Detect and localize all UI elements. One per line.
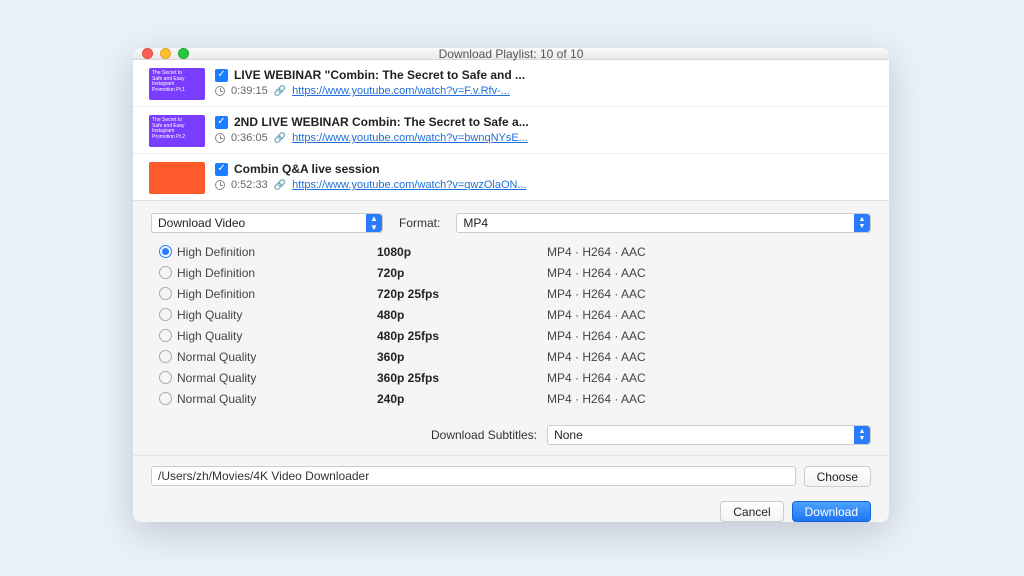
video-thumbnail	[149, 162, 205, 194]
choose-button[interactable]: Choose	[804, 466, 871, 487]
quality-resolution: 720p 25fps	[377, 287, 547, 301]
subtitles-select-value: None	[554, 428, 583, 442]
quality-resolution: 240p	[377, 392, 547, 406]
chevron-updown-icon: ▲▼	[366, 214, 382, 232]
quality-codec: MP4 · H264 · AAC	[547, 287, 863, 301]
thumbnail-text: The Secret to Safe and Easy Instagram Pr…	[152, 118, 190, 140]
quality-radio[interactable]	[159, 350, 172, 363]
quality-codec: MP4 · H264 · AAC	[547, 266, 863, 280]
subtitles-row: Download Subtitles: None ▲▼	[133, 417, 889, 455]
playlist-item[interactable]: ✓ Combin Q&A live session 0:52:33 🔗 https://…	[133, 154, 889, 200]
link-icon: 🔗	[274, 133, 286, 144]
quality-codec: MP4 · H264 · AAC	[547, 350, 863, 364]
quality-row[interactable]: Normal Quality360p 25fpsMP4 · H264 · AAC	[159, 367, 863, 388]
video-duration: 0:39:15	[231, 85, 268, 97]
chevron-updown-icon: ▲▼	[854, 214, 870, 232]
quality-radio[interactable]	[159, 245, 172, 258]
video-title: 2ND LIVE WEBINAR Combin: The Secret to S…	[234, 115, 529, 129]
quality-codec: MP4 · H264 · AAC	[547, 329, 863, 343]
quality-row[interactable]: Normal Quality360pMP4 · H264 · AAC	[159, 346, 863, 367]
format-select-value: MP4	[463, 216, 488, 230]
quality-label: High Definition	[177, 266, 377, 280]
chevron-updown-icon: ▲▼	[854, 426, 870, 444]
quality-codec: MP4 · H264 · AAC	[547, 308, 863, 322]
quality-resolution: 480p 25fps	[377, 329, 547, 343]
link-icon: 🔗	[274, 180, 286, 191]
quality-codec: MP4 · H264 · AAC	[547, 371, 863, 385]
video-url[interactable]: https://www.youtube.com/watch?v=bwnqNYsE…	[292, 132, 528, 144]
quality-row[interactable]: High Quality480p 25fpsMP4 · H264 · AAC	[159, 325, 863, 346]
save-path-value: /Users/zh/Movies/4K Video Downloader	[158, 469, 369, 483]
quality-resolution: 360p 25fps	[377, 371, 547, 385]
subtitles-label: Download Subtitles:	[431, 428, 537, 442]
clock-icon	[215, 133, 225, 143]
quality-row[interactable]: High Definition720pMP4 · H264 · AAC	[159, 262, 863, 283]
checkbox-checked-icon[interactable]: ✓	[215, 163, 228, 176]
playlist-item-info: ✓ LIVE WEBINAR "Combin: The Secret to Saf…	[215, 68, 525, 100]
subtitles-select[interactable]: None ▲▼	[547, 425, 871, 445]
playlist: The Secret to Safe and Easy Instagram Pr…	[133, 60, 889, 201]
video-title: LIVE WEBINAR "Combin: The Secret to Safe…	[234, 68, 525, 82]
video-title: Combin Q&A live session	[234, 162, 380, 176]
quality-radio[interactable]	[159, 329, 172, 342]
format-select[interactable]: MP4 ▲▼	[456, 213, 871, 233]
playlist-item-info: ✓ Combin Q&A live session 0:52:33 🔗 https://…	[215, 162, 527, 194]
playlist-item-info: ✓ 2ND LIVE WEBINAR Combin: The Secret to …	[215, 115, 529, 147]
quality-row[interactable]: High Definition720p 25fpsMP4 · H264 · AA…	[159, 283, 863, 304]
quality-codec: MP4 · H264 · AAC	[547, 245, 863, 259]
quality-label: High Quality	[177, 308, 377, 322]
video-url[interactable]: https://www.youtube.com/watch?v=F.v.Rfv-…	[292, 85, 510, 97]
mode-select[interactable]: Download Video ▲▼	[151, 213, 383, 233]
quality-label: Normal Quality	[177, 371, 377, 385]
cancel-button[interactable]: Cancel	[720, 501, 783, 522]
link-icon: 🔗	[274, 86, 286, 97]
quality-label: High Quality	[177, 329, 377, 343]
video-thumbnail: The Secret to Safe and Easy Instagram Pr…	[149, 115, 205, 147]
video-thumbnail: The Secret to Safe and Easy Instagram Pr…	[149, 68, 205, 100]
quality-row[interactable]: Normal Quality240pMP4 · H264 · AAC	[159, 388, 863, 409]
thumbnail-text: The Secret to Safe and Easy Instagram Pr…	[152, 71, 190, 93]
window-title: Download Playlist: 10 of 10	[133, 48, 889, 61]
checkbox-checked-icon[interactable]: ✓	[215, 116, 228, 129]
playlist-item[interactable]: The Secret to Safe and Easy Instagram Pr…	[133, 107, 889, 154]
checkbox-checked-icon[interactable]: ✓	[215, 69, 228, 82]
save-path-input[interactable]: /Users/zh/Movies/4K Video Downloader	[151, 466, 796, 486]
quality-label: Normal Quality	[177, 392, 377, 406]
clock-icon	[215, 180, 225, 190]
dialog-window: Download Playlist: 10 of 10 The Secret t…	[133, 48, 889, 522]
format-label: Format:	[399, 216, 440, 230]
quality-radio[interactable]	[159, 392, 172, 405]
mode-select-value: Download Video	[158, 216, 245, 230]
video-duration: 0:36:05	[231, 132, 268, 144]
dialog-actions: Cancel Download	[133, 497, 889, 522]
quality-label: High Definition	[177, 287, 377, 301]
quality-list: High Definition1080pMP4 · H264 · AACHigh…	[133, 237, 889, 417]
quality-row[interactable]: High Definition1080pMP4 · H264 · AAC	[159, 241, 863, 262]
video-url[interactable]: https://www.youtube.com/watch?v=qwzOlaON…	[292, 179, 526, 191]
quality-resolution: 480p	[377, 308, 547, 322]
path-row: /Users/zh/Movies/4K Video Downloader Cho…	[133, 455, 889, 497]
clock-icon	[215, 86, 225, 96]
quality-resolution: 360p	[377, 350, 547, 364]
quality-row[interactable]: High Quality480pMP4 · H264 · AAC	[159, 304, 863, 325]
titlebar: Download Playlist: 10 of 10	[133, 48, 889, 60]
quality-radio[interactable]	[159, 266, 172, 279]
quality-resolution: 720p	[377, 266, 547, 280]
controls-row: Download Video ▲▼ Format: MP4 ▲▼	[133, 201, 889, 237]
quality-label: Normal Quality	[177, 350, 377, 364]
quality-label: High Definition	[177, 245, 377, 259]
download-button-label: Download	[805, 505, 858, 519]
quality-resolution: 1080p	[377, 245, 547, 259]
playlist-item[interactable]: The Secret to Safe and Easy Instagram Pr…	[133, 60, 889, 107]
quality-radio[interactable]	[159, 308, 172, 321]
quality-codec: MP4 · H264 · AAC	[547, 392, 863, 406]
choose-button-label: Choose	[817, 470, 858, 484]
video-duration: 0:52:33	[231, 179, 268, 191]
quality-radio[interactable]	[159, 371, 172, 384]
quality-radio[interactable]	[159, 287, 172, 300]
cancel-button-label: Cancel	[733, 505, 770, 519]
download-button[interactable]: Download	[792, 501, 871, 522]
